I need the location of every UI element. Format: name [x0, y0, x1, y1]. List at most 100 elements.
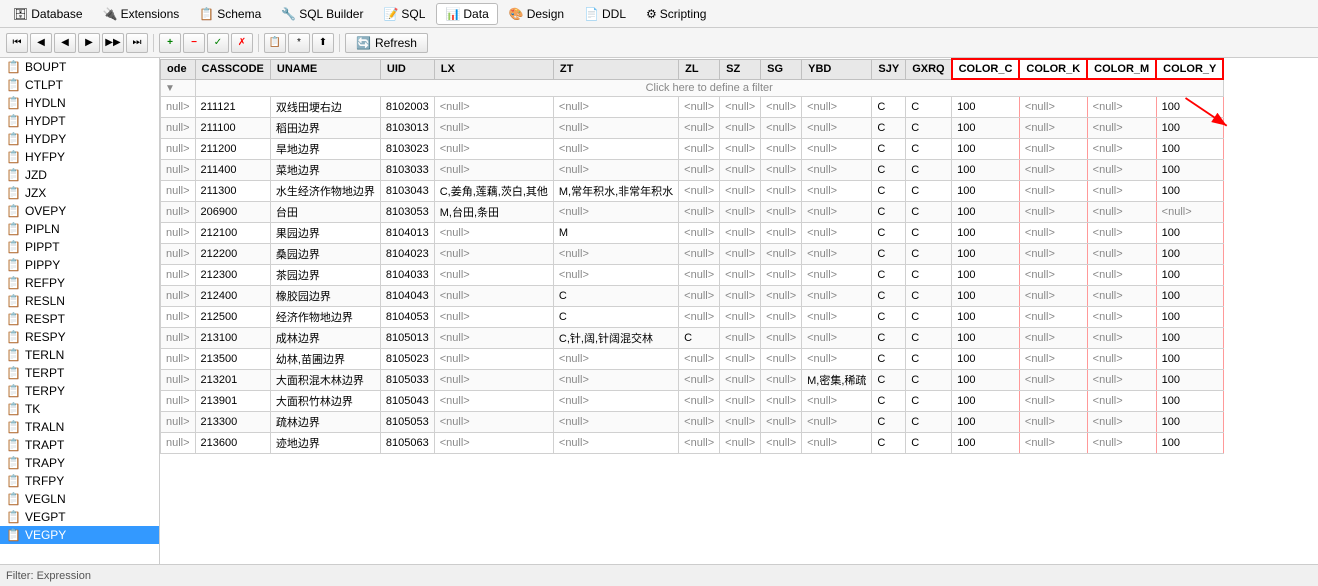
- table-row[interactable]: null>211121双线田埂右边8102003<null><null><nul…: [161, 97, 1224, 118]
- sidebar-item-trapt[interactable]: 📋 TRAPT: [0, 436, 159, 454]
- sidebar-item-ctlpt[interactable]: 📋 CTLPT: [0, 76, 159, 94]
- col-header-gxrq[interactable]: GXRQ: [906, 59, 952, 79]
- table-row[interactable]: null>211400菜地边界8103033<null><null><null>…: [161, 160, 1224, 181]
- col-header-ode[interactable]: ode: [161, 59, 196, 79]
- table-row[interactable]: null>213201大面积混木林边界8105033<null><null><n…: [161, 370, 1224, 391]
- table-row[interactable]: null>211200旱地边界8103023<null><null><null>…: [161, 139, 1224, 160]
- col-header-uname[interactable]: UNAME: [270, 59, 380, 79]
- toolbar-tab-schema[interactable]: 📋 Schema: [190, 3, 270, 25]
- sidebar-item-terpt[interactable]: 📋 TERPT: [0, 364, 159, 382]
- table-cell: <null>: [679, 181, 720, 202]
- table-row[interactable]: null>213600迹地边界8105063<null><null><null>…: [161, 433, 1224, 454]
- nav-next-btn[interactable]: ▶: [78, 33, 100, 53]
- null-value: <null>: [725, 269, 755, 281]
- col-header-casscode[interactable]: CASSCODE: [195, 59, 270, 79]
- table-cell: 8103023: [380, 139, 434, 160]
- nav-last-btn[interactable]: ⏭: [126, 33, 148, 53]
- table-row[interactable]: null>213500幼林,苗圃边界8105023<null><null><nu…: [161, 349, 1224, 370]
- sidebar-item-resln[interactable]: 📋 RESLN: [0, 292, 159, 310]
- sidebar-item-pippt[interactable]: 📋 PIPPT: [0, 238, 159, 256]
- nav-prev-prev-btn[interactable]: ◀: [30, 33, 52, 53]
- col-header-sg[interactable]: SG: [761, 59, 802, 79]
- table-cell: 206900: [195, 202, 270, 223]
- nav-copy-btn[interactable]: 📋: [264, 33, 286, 53]
- toolbar-tab-sql[interactable]: 📝 SQL: [374, 3, 434, 25]
- table-cell: <null>: [720, 181, 761, 202]
- refresh-button[interactable]: 🔄 Refresh: [345, 33, 428, 53]
- table-row[interactable]: null>212100果园边界8104013<null>M<null><null…: [161, 223, 1224, 244]
- nav-remove-btn[interactable]: −: [183, 33, 205, 53]
- col-header-sz[interactable]: SZ: [720, 59, 761, 79]
- nav-asterisk-btn[interactable]: *: [288, 33, 310, 53]
- table-row[interactable]: null>211100稻田边界8103013<null><null><null>…: [161, 118, 1224, 139]
- table-row[interactable]: null>206900台田8103053M,台田,条田<null><null><…: [161, 202, 1224, 223]
- sidebar-item-pippy[interactable]: 📋 PIPPY: [0, 256, 159, 274]
- sidebar-item-trapy[interactable]: 📋 TRAPY: [0, 454, 159, 472]
- col-header-zt[interactable]: ZT: [553, 59, 678, 79]
- col-header-color-c[interactable]: COLOR_C: [952, 59, 1020, 79]
- sidebar-item-terln[interactable]: 📋 TERLN: [0, 346, 159, 364]
- sidebar-item-jzd[interactable]: 📋 JZD: [0, 166, 159, 184]
- toolbar-tab-design[interactable]: 🎨 Design: [500, 3, 573, 25]
- col-header-color-k[interactable]: COLOR_K: [1019, 59, 1087, 79]
- table-row[interactable]: null>212300茶园边界8104033<null><null><null>…: [161, 265, 1224, 286]
- table-row[interactable]: null>212500经济作物地边界8104053<null>C<null><n…: [161, 307, 1224, 328]
- table-row[interactable]: null>211300水生经济作物地边界8103043C,姜角,莲藕,茨白,其他…: [161, 181, 1224, 202]
- sidebar-item-respt[interactable]: 📋 RESPT: [0, 310, 159, 328]
- sidebar-item-vegpt[interactable]: 📋 VEGPT: [0, 508, 159, 526]
- sidebar-item-trfpy[interactable]: 📋 TRFPY: [0, 472, 159, 490]
- sidebar-item-hyfpy[interactable]: 📋 HYFPY: [0, 148, 159, 166]
- sidebar-item-boupt[interactable]: 📋 BOUPT: [0, 58, 159, 76]
- sidebar-item-terpy[interactable]: 📋 TERPY: [0, 382, 159, 400]
- col-header-color-y[interactable]: COLOR_Y: [1156, 59, 1223, 79]
- toolbar-tab-scripting[interactable]: ⚙ Scripting: [637, 3, 715, 25]
- nav-upload-btn[interactable]: ⬆: [312, 33, 334, 53]
- table-row[interactable]: null>213300疏林边界8105053<null><null><null>…: [161, 412, 1224, 433]
- col-header-uid[interactable]: UID: [380, 59, 434, 79]
- table-cell: <null>: [553, 349, 678, 370]
- col-header-ybd[interactable]: YBD: [802, 59, 872, 79]
- sidebar-item-hydpy[interactable]: 📋 HYDPY: [0, 130, 159, 148]
- nav-add-btn[interactable]: +: [159, 33, 181, 53]
- table-row[interactable]: null>213100成林边界8105013<null>C,针,阔,针阔混交林C…: [161, 328, 1224, 349]
- sidebar-item-vegpy[interactable]: 📋 VEGPY: [0, 526, 159, 544]
- col-header-color-m[interactable]: COLOR_M: [1087, 59, 1156, 79]
- sidebar-item-ovepy[interactable]: 📋 OVEPY: [0, 202, 159, 220]
- toolbar-tab-sqlbuilder[interactable]: 🔧 SQL Builder: [272, 3, 372, 25]
- sidebar-item-tk[interactable]: 📋 TK: [0, 400, 159, 418]
- table-row[interactable]: null>212200桑园边界8104023<null><null><null>…: [161, 244, 1224, 265]
- table-cell: <null>: [802, 202, 872, 223]
- table-cell: 果园边界: [270, 223, 380, 244]
- null-value: <null>: [1025, 143, 1055, 155]
- table-cell: 212100: [195, 223, 270, 244]
- nav-prev-btn[interactable]: ◀: [54, 33, 76, 53]
- table-cell: C: [872, 370, 906, 391]
- sidebar-item-jzx[interactable]: 📋 JZX: [0, 184, 159, 202]
- filter-placeholder[interactable]: Click here to define a filter: [195, 79, 1223, 97]
- toolbar-tab-data[interactable]: 📊 Data: [436, 3, 497, 25]
- toolbar-tab-database[interactable]: 🗄 Database: [4, 3, 92, 25]
- sidebar-item-refpy[interactable]: 📋 REFPY: [0, 274, 159, 292]
- table-cell: C: [906, 391, 952, 412]
- sidebar-item-pipln[interactable]: 📋 PIPLN: [0, 220, 159, 238]
- toolbar-tab-ddl[interactable]: 📄 DDL: [575, 3, 635, 25]
- sidebar-item-vegln[interactable]: 📋 VEGLN: [0, 490, 159, 508]
- null-value: <null>: [684, 248, 714, 260]
- nav-first-btn[interactable]: ⏮: [6, 33, 28, 53]
- sidebar-item-hydpt[interactable]: 📋 HYDPT: [0, 112, 159, 130]
- sidebar-item-respy[interactable]: 📋 RESPY: [0, 328, 159, 346]
- table-row[interactable]: null>213901大面积竹林边界8105043<null><null><nu…: [161, 391, 1224, 412]
- nav-cancel-btn[interactable]: ✗: [231, 33, 253, 53]
- table-row[interactable]: null>212400橡胶园边界8104043<null>C<null><nul…: [161, 286, 1224, 307]
- col-header-lx[interactable]: LX: [434, 59, 553, 79]
- nav-next-next-btn[interactable]: ▶▶: [102, 33, 124, 53]
- sidebar-item-traln[interactable]: 📋 TRALN: [0, 418, 159, 436]
- sidebar-item-hydln[interactable]: 📋 HYDLN: [0, 94, 159, 112]
- toolbar-tab-extensions[interactable]: 🔌 Extensions: [94, 3, 189, 25]
- table-cell: 100: [1156, 286, 1223, 307]
- col-header-zl[interactable]: ZL: [679, 59, 720, 79]
- col-header-sjy[interactable]: SJY: [872, 59, 906, 79]
- table-cell: <null>: [761, 412, 802, 433]
- nav-confirm-btn[interactable]: ✓: [207, 33, 229, 53]
- table-cell: <null>: [434, 307, 553, 328]
